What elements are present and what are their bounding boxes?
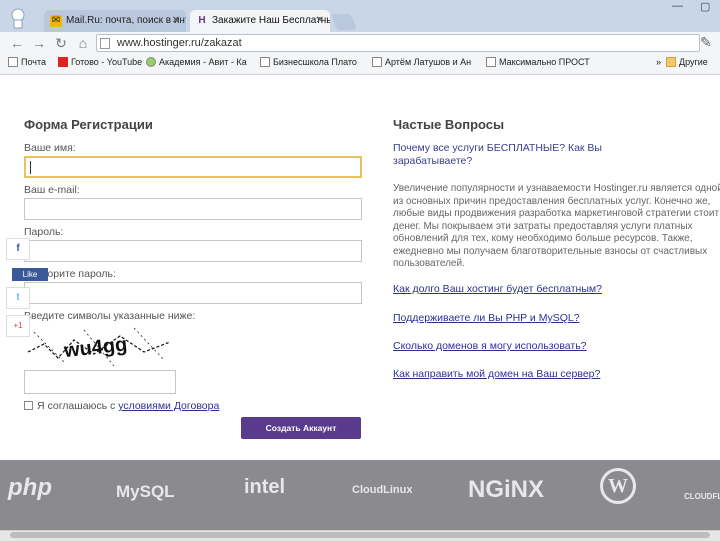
agree-checkbox[interactable] bbox=[24, 401, 33, 410]
address-bar[interactable]: www.hostinger.ru/zakazat bbox=[96, 34, 700, 52]
email-input[interactable] bbox=[24, 198, 362, 220]
faq-question: Почему все услуги БЕСПЛАТНЫЕ? Как Вы зар… bbox=[393, 142, 602, 167]
tab-mailru[interactable]: ✉ Mail.Ru: почта, поиск в инт ✕ bbox=[44, 10, 186, 32]
close-tab-icon[interactable]: ✕ bbox=[316, 10, 324, 32]
cloudflare-logo: CLOUDFLARE bbox=[684, 492, 720, 501]
password-label: Пароль: bbox=[24, 226, 64, 238]
intel-logo: intel bbox=[244, 476, 286, 498]
name-input[interactable] bbox=[24, 156, 362, 178]
page-icon bbox=[260, 57, 270, 67]
forward-icon[interactable]: → bbox=[30, 34, 48, 52]
reload-icon[interactable]: ↻ bbox=[52, 34, 70, 52]
tab-title: Закажите Наш Бесплатный bbox=[212, 15, 330, 26]
terms-link[interactable]: условиями Договора bbox=[118, 400, 219, 412]
faq-link-free-duration[interactable]: Как долго Ваш хостинг будет бесплатным? bbox=[393, 283, 602, 295]
captcha-image: wu4gg bbox=[24, 322, 176, 368]
youtube-icon bbox=[58, 57, 68, 67]
password-input[interactable] bbox=[24, 240, 362, 262]
user-profile-icon[interactable] bbox=[6, 6, 30, 30]
bookmarks-overflow-icon[interactable]: » bbox=[656, 57, 661, 67]
maximize-icon[interactable]: ▢ bbox=[700, 0, 710, 13]
bookmark-item[interactable]: Бизнесшкола Плато bbox=[260, 57, 357, 67]
nginx-logo: NGiNX bbox=[468, 476, 545, 503]
name-label: Ваше имя: bbox=[24, 142, 76, 154]
wordpress-logo: W bbox=[600, 468, 636, 504]
page-icon bbox=[100, 38, 110, 49]
faq-link-php-mysql[interactable]: Поддерживаете ли Вы PHP и MySQL? bbox=[393, 312, 580, 324]
minimize-icon[interactable]: — bbox=[672, 0, 683, 12]
facebook-share-icon[interactable]: f bbox=[6, 238, 30, 260]
faq-link-point-domain[interactable]: Как направить мой домен на Ваш сервер? bbox=[393, 368, 600, 380]
php-logo: php bbox=[8, 474, 52, 501]
captcha-input[interactable] bbox=[24, 370, 176, 394]
hostinger-icon: H bbox=[198, 15, 206, 26]
close-tab-icon[interactable]: ✕ bbox=[172, 10, 180, 32]
repeat-password-input[interactable] bbox=[24, 282, 362, 304]
twitter-icon[interactable]: t bbox=[6, 287, 30, 309]
faq-title: Частые Вопросы bbox=[393, 117, 505, 132]
facebook-like-button[interactable]: Like bbox=[12, 268, 48, 281]
wrench-icon[interactable]: ✎ bbox=[700, 34, 712, 51]
page-icon bbox=[8, 57, 18, 67]
folder-icon bbox=[666, 57, 676, 67]
home-icon[interactable]: ⌂ bbox=[74, 34, 92, 52]
email-label: Ваш e-mail: bbox=[24, 184, 80, 196]
page-icon bbox=[486, 57, 496, 67]
cloudlinux-logo: CloudLinux bbox=[352, 484, 413, 496]
form-title: Форма Регистрации bbox=[24, 117, 153, 132]
captcha-text: wu4gg bbox=[62, 334, 128, 363]
agree-label: Я соглашаюсь с условиями Договора bbox=[37, 400, 220, 412]
captcha-label: Введите символы указанные ниже: bbox=[24, 310, 196, 322]
bookmark-item[interactable]: Максимально ПРОСТ bbox=[486, 57, 590, 67]
globe-icon bbox=[146, 57, 156, 67]
bookmark-item[interactable]: Академия - Авит - Ка bbox=[146, 57, 247, 67]
tab-hostinger[interactable]: H Закажите Наш Бесплатный ✕ bbox=[190, 10, 330, 32]
bookmark-item[interactable]: Почта bbox=[8, 57, 46, 67]
other-bookmarks[interactable]: Другие bbox=[666, 57, 708, 67]
bookmark-item[interactable]: Артём Латушов и Ан bbox=[372, 57, 471, 67]
back-icon[interactable]: ← bbox=[8, 34, 26, 52]
mysql-logo: MySQL bbox=[116, 482, 175, 501]
mail-icon: ✉ bbox=[50, 15, 62, 27]
create-account-button[interactable]: Создать Аккаунт bbox=[241, 417, 361, 439]
bookmark-item[interactable]: Готово - YouTube bbox=[58, 57, 142, 67]
google-plus-button[interactable]: +1 bbox=[6, 315, 30, 337]
text-cursor bbox=[30, 161, 31, 174]
faq-answer: Увеличение популярности и узнаваемости H… bbox=[393, 183, 720, 269]
scrollbar-thumb[interactable] bbox=[10, 532, 710, 538]
faq-link-domains[interactable]: Сколько доменов я могу использовать? bbox=[393, 340, 587, 352]
tab-title: Mail.Ru: почта, поиск в инт bbox=[66, 15, 186, 26]
page-icon bbox=[372, 57, 382, 67]
